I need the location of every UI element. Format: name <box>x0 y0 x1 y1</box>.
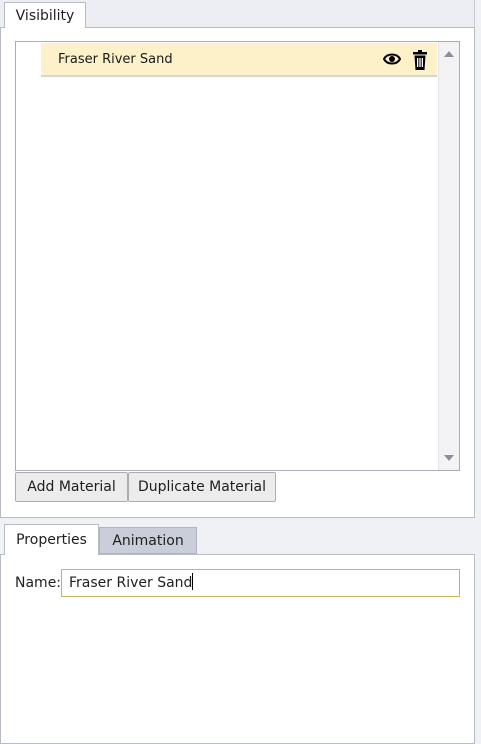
eye-icon[interactable] <box>383 52 401 66</box>
name-input[interactable]: Fraser River Sand <box>61 569 460 597</box>
name-label: Name: <box>15 575 62 591</box>
scroll-down-icon[interactable] <box>444 455 454 461</box>
scroll-up-icon[interactable] <box>444 51 454 57</box>
tab-properties[interactable]: Properties <box>4 524 99 555</box>
text-caret <box>192 573 194 590</box>
name-input-value: Fraser River Sand <box>69 575 193 591</box>
duplicate-material-button[interactable]: Duplicate Material <box>128 472 276 502</box>
tab-visibility[interactable]: Visibility <box>4 2 86 28</box>
materials-list[interactable]: Fraser River Sand <box>15 41 460 471</box>
material-name: Fraser River Sand <box>58 52 173 67</box>
add-material-button[interactable]: Add Material <box>15 472 128 502</box>
trash-icon[interactable] <box>413 50 427 70</box>
material-row[interactable]: Fraser River Sand <box>41 43 437 77</box>
list-scrollbar[interactable] <box>438 42 459 470</box>
tab-animation[interactable]: Animation <box>99 527 197 554</box>
